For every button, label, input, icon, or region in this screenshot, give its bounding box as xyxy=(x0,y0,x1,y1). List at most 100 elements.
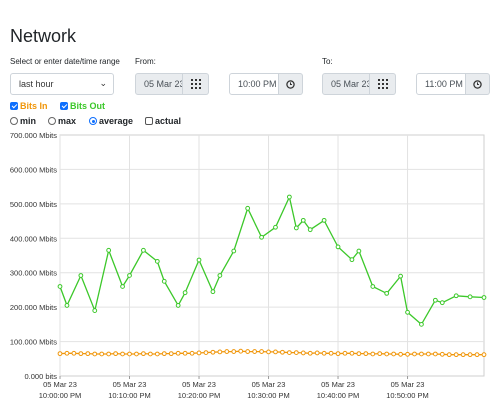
radio-min-circle[interactable] xyxy=(10,117,18,125)
bits-out-point xyxy=(259,234,264,240)
bits-out-point xyxy=(106,247,112,253)
bits-out-point xyxy=(300,217,306,223)
radio-max-circle[interactable] xyxy=(48,117,56,125)
bits-in-point xyxy=(384,351,390,357)
to-clock-button[interactable] xyxy=(466,73,490,95)
to-date-input[interactable]: 05 Mar 23 xyxy=(322,73,370,95)
bits-in-point xyxy=(196,350,202,356)
bits-in-point xyxy=(342,350,348,356)
bits-in-point xyxy=(335,351,341,357)
bits-out-line xyxy=(59,194,485,326)
x-tick-time: 10:50:00 PM xyxy=(386,391,429,400)
bits-out-checkbox[interactable] xyxy=(60,102,68,110)
bits-in-point xyxy=(363,351,369,357)
bits-out-point xyxy=(293,225,299,231)
bits-in-point xyxy=(439,351,445,357)
bits-out-point xyxy=(419,321,424,327)
radio-max[interactable]: max xyxy=(48,115,76,127)
bits-in-point xyxy=(99,351,105,357)
bits-in-point xyxy=(412,351,417,357)
bits-out-point xyxy=(141,247,146,253)
from-calendar-button[interactable] xyxy=(183,73,209,95)
y-tick-label: 500.000 Mbits xyxy=(10,200,57,209)
from-time-value: 10:00 PM xyxy=(238,79,277,89)
bits-in-point xyxy=(168,351,174,357)
radio-min[interactable]: min xyxy=(10,115,36,127)
bits-in-point xyxy=(120,351,125,357)
bits-out-point xyxy=(432,297,438,303)
radio-average[interactable]: average xyxy=(89,115,133,127)
y-tick-label: 300.000 Mbits xyxy=(10,269,57,278)
bits-out-point xyxy=(307,227,313,233)
bits-in-point xyxy=(425,351,431,357)
bits-in-point xyxy=(231,349,237,354)
bits-in-point xyxy=(405,351,410,357)
bits-out-point xyxy=(127,273,132,278)
bits-in-point xyxy=(92,351,98,357)
bits-in-point xyxy=(210,349,216,355)
x-tick-time: 10:10:00 PM xyxy=(108,391,151,400)
from-date-value: 05 Mar 23 xyxy=(144,79,183,89)
clock-icon xyxy=(286,79,295,89)
bits-out-point xyxy=(335,244,341,250)
bits-in-point xyxy=(321,350,327,356)
bits-in-point xyxy=(259,349,264,354)
bits-out-point xyxy=(64,303,70,308)
chevron-down-icon: ⌄ xyxy=(99,78,107,88)
bits-in-point xyxy=(453,352,459,358)
from-time-input[interactable]: 10:00 PM xyxy=(229,73,279,95)
bits-in-checkbox[interactable] xyxy=(10,102,18,110)
to-time-input[interactable]: 11:00 PM xyxy=(416,73,466,95)
bits-in-point xyxy=(127,351,132,357)
to-time-value: 11:00 PM xyxy=(425,79,463,89)
actual-checkbox[interactable] xyxy=(145,117,153,125)
bits-in-point xyxy=(446,352,452,358)
bits-in-point xyxy=(280,349,285,355)
from-clock-button[interactable] xyxy=(279,73,303,95)
x-tick-date: 05 Mar 23 xyxy=(182,380,216,389)
page-title: Network xyxy=(10,26,77,46)
x-tick-time: 10:30:00 PM xyxy=(247,391,290,400)
clock-icon xyxy=(473,79,482,89)
bits-out-point xyxy=(370,284,376,289)
bits-in-toggle[interactable]: Bits In xyxy=(10,100,48,112)
y-tick-label: 400.000 Mbits xyxy=(10,234,57,243)
bits-out-point xyxy=(78,273,84,278)
bits-in-point xyxy=(71,350,77,356)
bits-in-point xyxy=(85,351,91,357)
bits-in-point xyxy=(266,349,271,355)
to-date-value: 05 Mar 23 xyxy=(331,79,370,89)
bits-in-point xyxy=(245,349,251,354)
bits-out-toggle[interactable]: Bits Out xyxy=(60,100,105,112)
radio-average-circle[interactable] xyxy=(89,117,97,125)
bits-out-point xyxy=(231,248,237,254)
from-date-input[interactable]: 05 Mar 23 xyxy=(135,73,183,95)
radio-average-label: average xyxy=(99,116,134,126)
bits-in-point xyxy=(161,351,167,357)
calendar-icon xyxy=(190,79,201,89)
bits-in-point xyxy=(141,351,146,357)
bits-in-point xyxy=(391,351,397,357)
bits-out-point xyxy=(481,295,487,300)
bits-in-point xyxy=(467,352,473,358)
actual-toggle[interactable]: actual xyxy=(145,115,181,127)
bits-in-point xyxy=(286,350,292,355)
range-select[interactable]: last hour ⌄ xyxy=(10,73,114,95)
bits-in-point xyxy=(474,352,480,358)
x-tick-date: 05 Mar 23 xyxy=(321,380,355,389)
y-tick-label: 700.000 Mbits xyxy=(10,131,57,140)
bits-in-point xyxy=(134,351,139,357)
bits-in-point xyxy=(349,350,355,356)
bits-in-point xyxy=(419,351,424,357)
bits-out-point xyxy=(349,257,355,263)
bits-in-point xyxy=(106,351,112,357)
bits-out-point xyxy=(405,309,410,315)
bits-in-point xyxy=(300,350,306,356)
y-tick-label: 100.000 Mbits xyxy=(10,338,57,347)
bits-out-point xyxy=(398,273,403,279)
bits-out-point xyxy=(217,273,223,278)
bits-in-point xyxy=(154,351,160,357)
bits-out-point xyxy=(467,294,473,300)
y-tick-label: 600.000 Mbits xyxy=(10,165,57,174)
to-calendar-button[interactable] xyxy=(370,73,396,95)
